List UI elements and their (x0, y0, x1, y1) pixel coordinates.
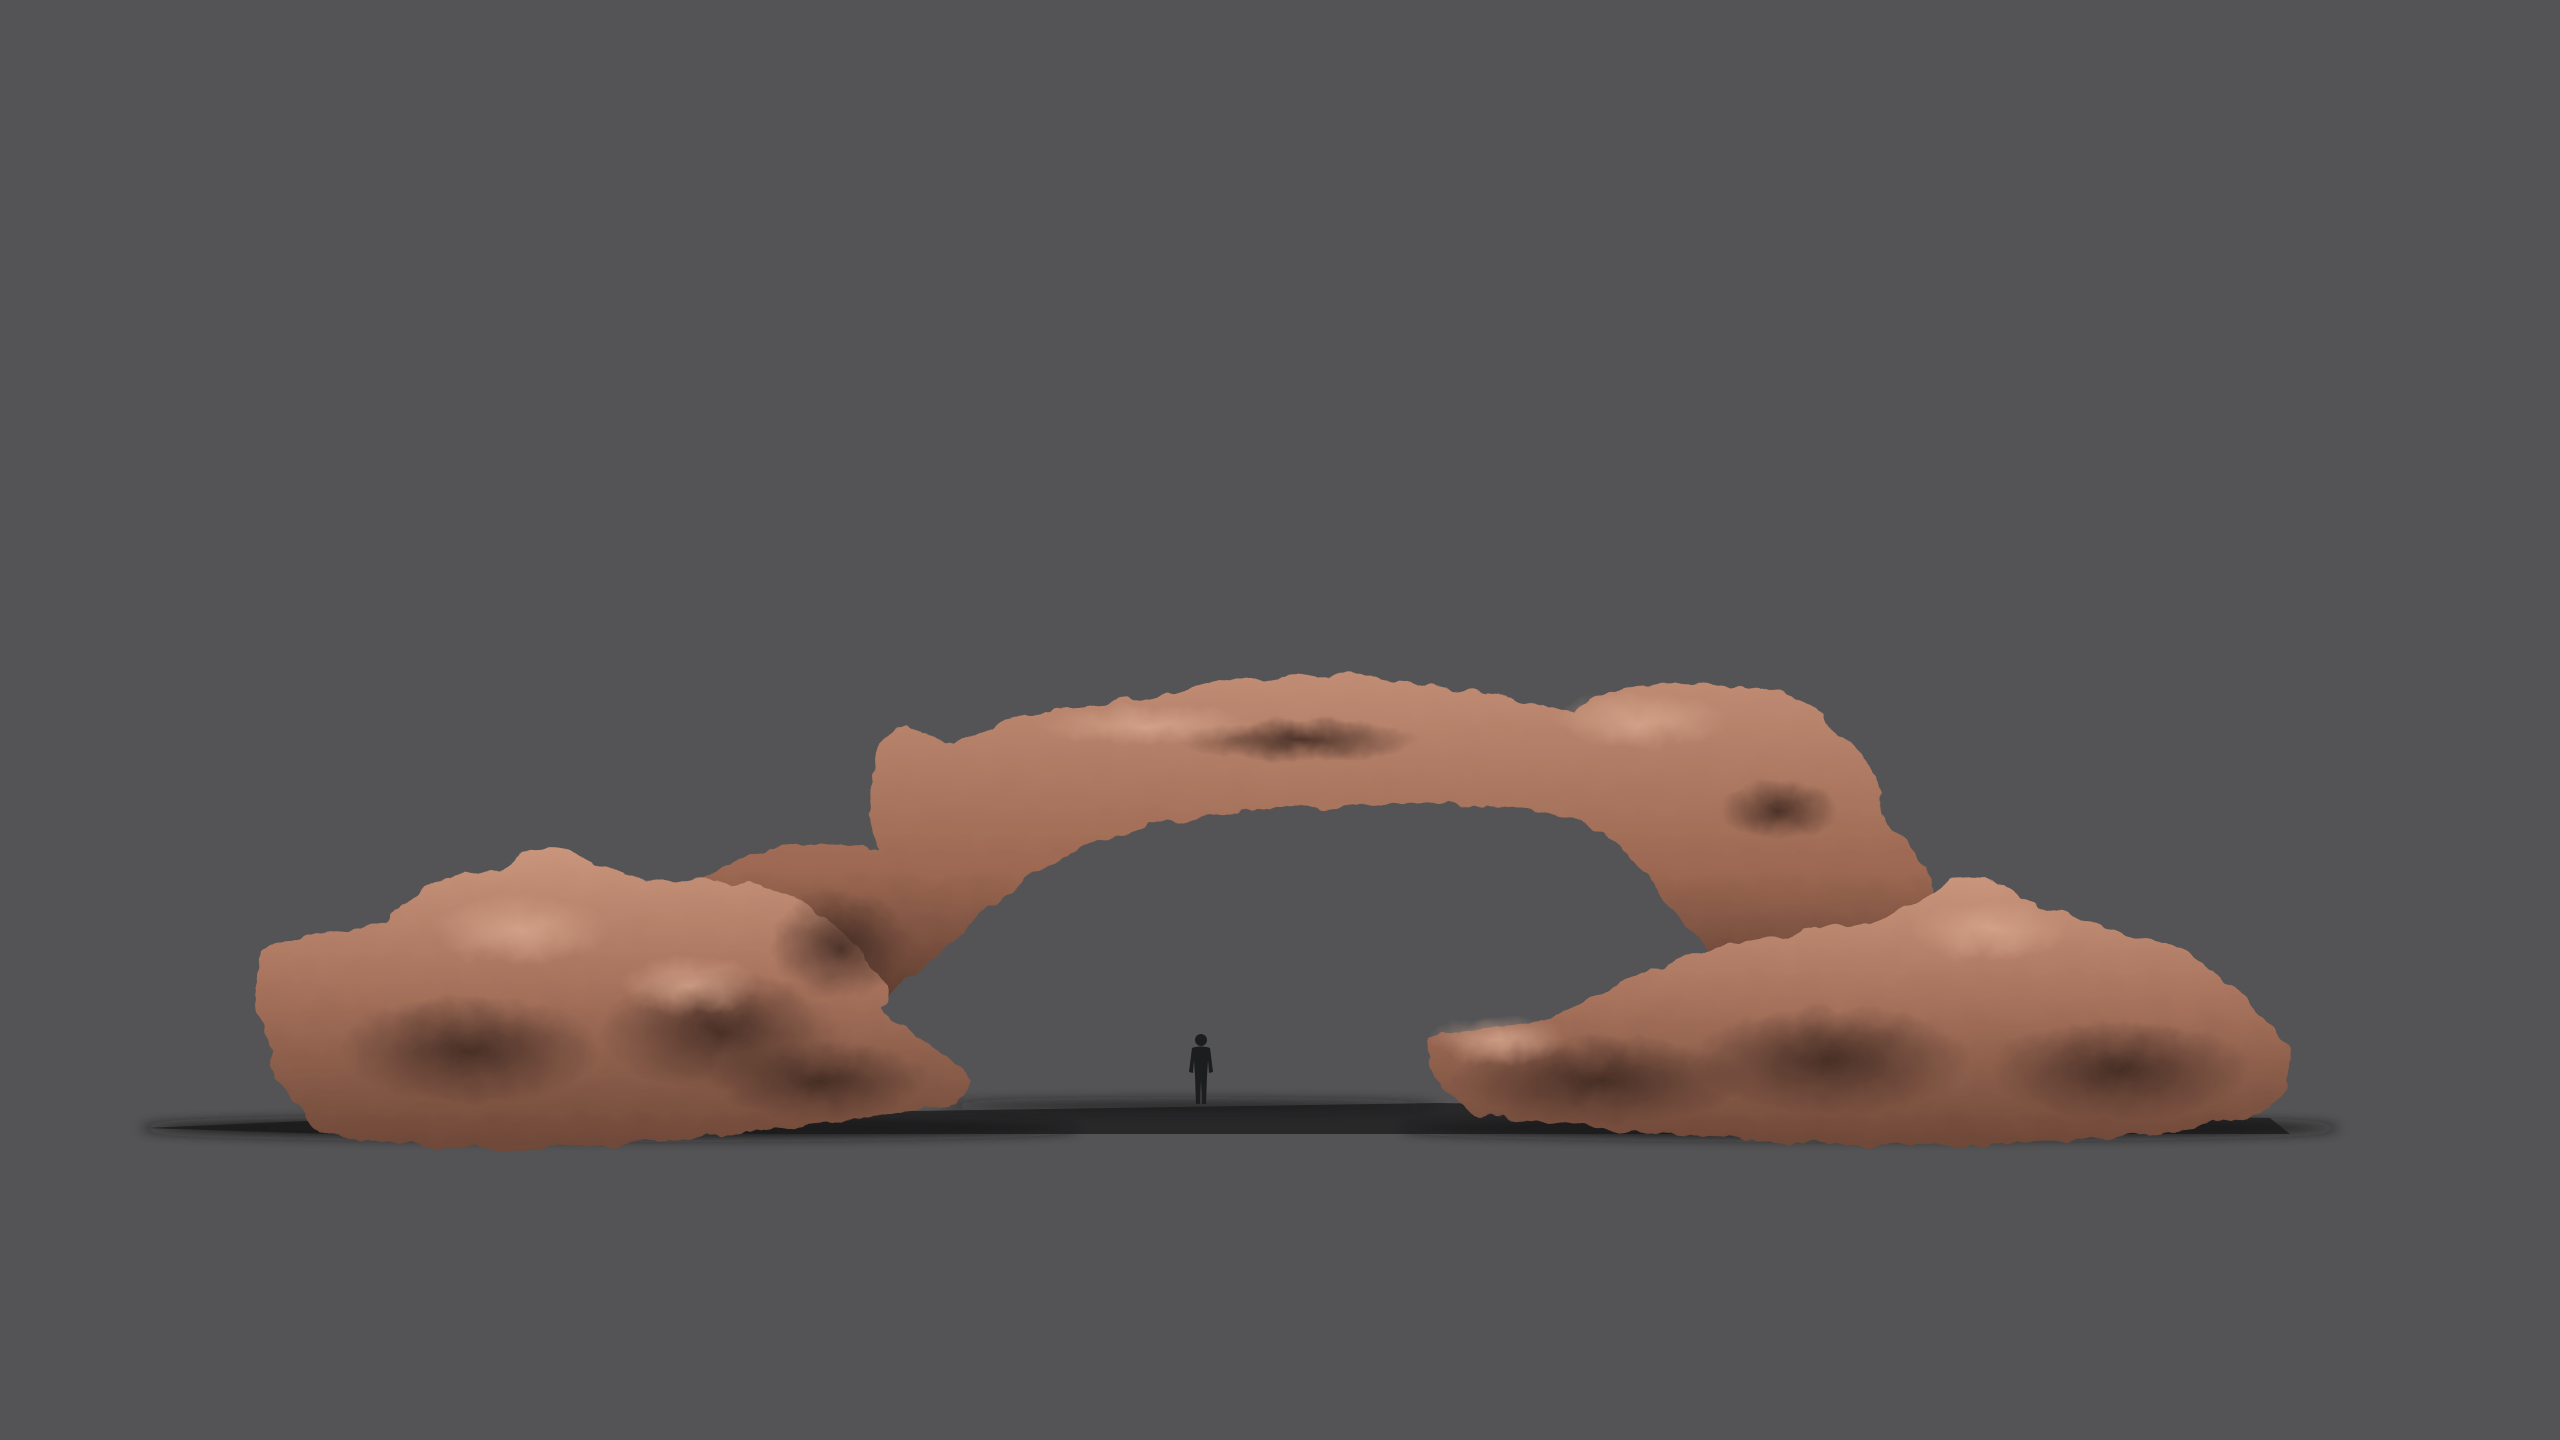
render-viewport (0, 0, 2560, 1440)
rock-arch (255, 675, 2292, 1149)
human-figure-silhouette (1189, 1034, 1213, 1104)
rock-arch-render (140, 675, 2340, 1149)
